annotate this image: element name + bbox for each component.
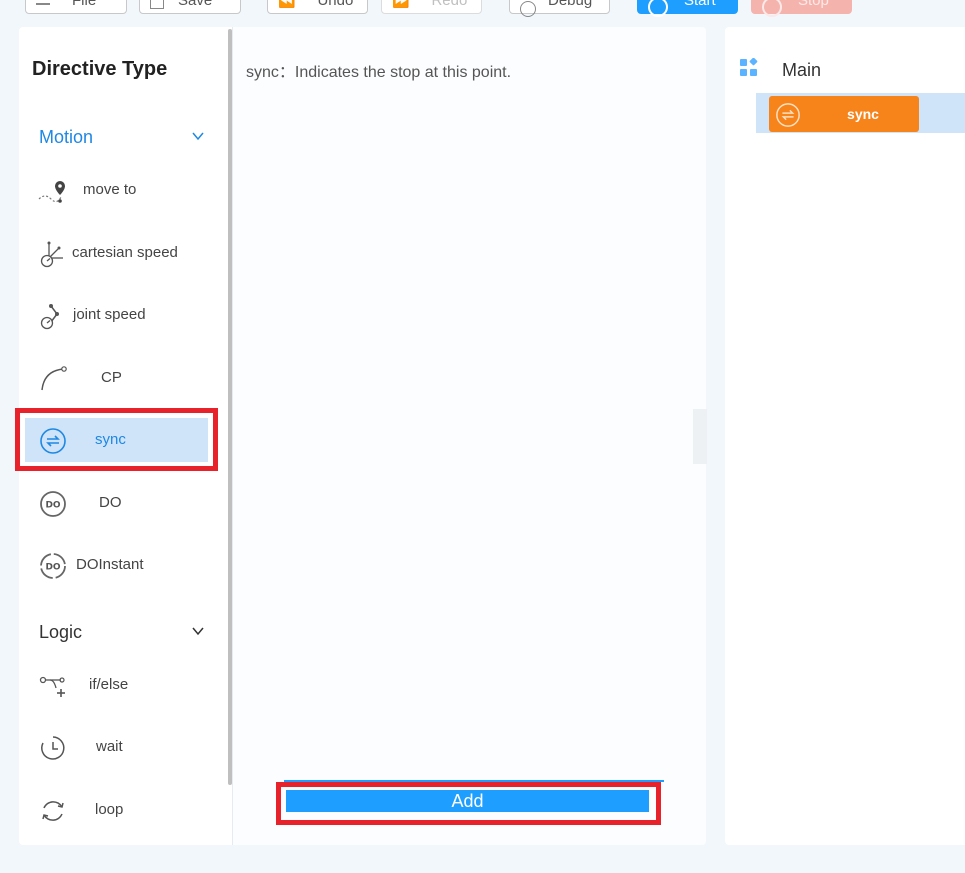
chevron-down-icon <box>192 627 204 636</box>
directive-item-loop[interactable]: loop <box>19 788 232 832</box>
panel-collapse-handle[interactable] <box>693 409 707 464</box>
program-block-sync[interactable]: sync <box>769 96 919 132</box>
directive-item-label: loop <box>95 801 124 818</box>
save-button[interactable]: Save <box>139 0 241 14</box>
directive-item-cp[interactable]: CP <box>19 356 232 400</box>
waypoint-icon <box>38 181 65 203</box>
directive-item-label: CP <box>101 369 122 386</box>
file-button[interactable]: File <box>25 0 127 14</box>
directive-item-if-else[interactable]: if/else <box>19 663 232 707</box>
undo-button-label: Undo <box>317 0 354 9</box>
start-button[interactable]: Start <box>637 0 738 17</box>
redo-icon: ⏩ <box>392 0 410 8</box>
redo-button-label: Redo <box>431 0 468 9</box>
save-icon <box>150 0 164 9</box>
directive-item-label: DO <box>99 494 122 511</box>
do-instant-icon: DO <box>40 553 66 579</box>
chevron-down-icon <box>192 132 204 141</box>
do-icon: DO <box>40 491 66 517</box>
annotation-highlight-box <box>276 782 661 825</box>
directive-item-label: if/else <box>89 676 129 693</box>
group-label: Logic <box>39 622 83 642</box>
directive-description: sync：Indicates the stop at this point. <box>246 64 512 81</box>
blocks-icon <box>740 58 758 76</box>
start-button-label: Start <box>684 0 716 9</box>
program-block-label: sync <box>847 106 879 122</box>
program-tree-panel: Main sync <box>725 27 965 845</box>
directive-item-label: wait <box>96 738 123 755</box>
loop-icon <box>42 801 64 821</box>
redo-button[interactable]: ⏩ Redo <box>381 0 482 14</box>
debug-button[interactable]: Debug <box>509 0 610 17</box>
clock-icon <box>41 736 65 760</box>
undo-icon: ⏪ <box>278 0 296 8</box>
play-icon <box>648 0 668 17</box>
file-button-label: File <box>72 0 97 9</box>
toolbar: File Save ⏪ Undo ⏩ Redo Debug Start Stop <box>0 0 965 17</box>
directive-item-cartesian-speed[interactable]: cartesian speed <box>19 231 232 275</box>
panel-title: Directive Type <box>32 58 168 80</box>
cartesian-speed-icon <box>40 241 63 268</box>
directive-item-label: DOInstant <box>76 556 144 573</box>
directive-item-move-to[interactable]: move to <box>19 168 232 212</box>
tree-root-main[interactable]: Main <box>782 60 821 81</box>
directive-item-label: move to <box>83 181 137 198</box>
svg-text:DO: DO <box>45 501 60 511</box>
group-logic-header[interactable]: Logic <box>19 618 232 648</box>
directive-item-label: cartesian speed <box>72 244 178 261</box>
stop-icon <box>762 0 782 17</box>
stop-button[interactable]: Stop <box>751 0 852 17</box>
group-motion-header[interactable]: Motion <box>19 123 232 153</box>
directive-item-wait[interactable]: wait <box>19 725 232 769</box>
annotation-highlight-box <box>15 408 218 471</box>
save-button-label: Save <box>178 0 213 9</box>
group-label: Motion <box>39 127 94 147</box>
directive-item-label: joint speed <box>73 306 146 323</box>
directive-item-joint-speed[interactable]: joint speed <box>19 293 232 337</box>
directive-item-do-instant[interactable]: DO DOInstant <box>19 543 232 587</box>
branch-icon <box>39 676 65 697</box>
directive-item-do[interactable]: DO DO <box>19 481 232 525</box>
joint-speed-icon <box>40 304 59 330</box>
file-icon <box>36 3 50 5</box>
debug-icon <box>520 1 536 17</box>
curve-icon <box>41 366 67 391</box>
svg-text:DO: DO <box>45 563 60 573</box>
directive-detail-panel: sync：Indicates the stop at this point. A… <box>232 27 707 845</box>
undo-button[interactable]: ⏪ Undo <box>267 0 368 14</box>
tree-row-selected[interactable]: sync <box>756 93 965 133</box>
stop-button-label: Stop <box>798 0 829 9</box>
debug-button-label: Debug <box>548 0 593 9</box>
